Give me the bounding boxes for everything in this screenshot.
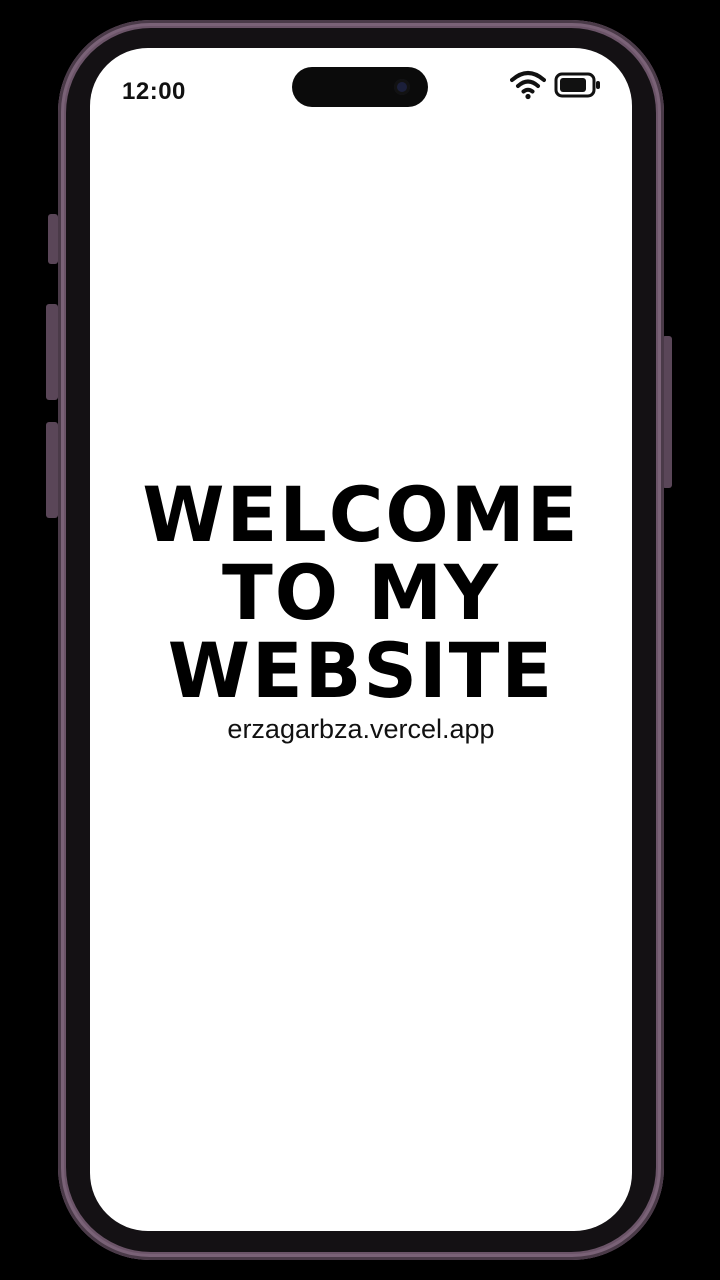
- camera-icon: [394, 79, 410, 95]
- site-url: erzagarbza.vercel.app: [227, 714, 495, 744]
- hero-title-line-2: TO MY: [222, 548, 500, 637]
- battery-icon: [554, 72, 600, 98]
- hero-title-line-3: WEBSITE: [167, 626, 555, 715]
- dynamic-island: [292, 67, 428, 107]
- hero-title: WELCOME TO MY WEBSITE: [95, 476, 626, 710]
- volume-down-button: [46, 422, 58, 518]
- wifi-icon: [510, 71, 546, 100]
- action-button: [48, 214, 58, 264]
- phone-mockup: 12:00 WELCOME TO MY WEBSITE erzagarbza.v…: [0, 0, 720, 1280]
- hero-section: WELCOME TO MY WEBSITE erzagarbza.vercel.…: [90, 476, 632, 745]
- device-frame: 12:00 WELCOME TO MY WEBSITE erzagarbza.v…: [58, 20, 664, 1260]
- screen: 12:00 WELCOME TO MY WEBSITE erzagarbza.v…: [90, 48, 632, 1231]
- hero-title-line-1: WELCOME: [142, 470, 580, 559]
- volume-up-button: [46, 304, 58, 400]
- status-time: 12:00: [122, 78, 186, 105]
